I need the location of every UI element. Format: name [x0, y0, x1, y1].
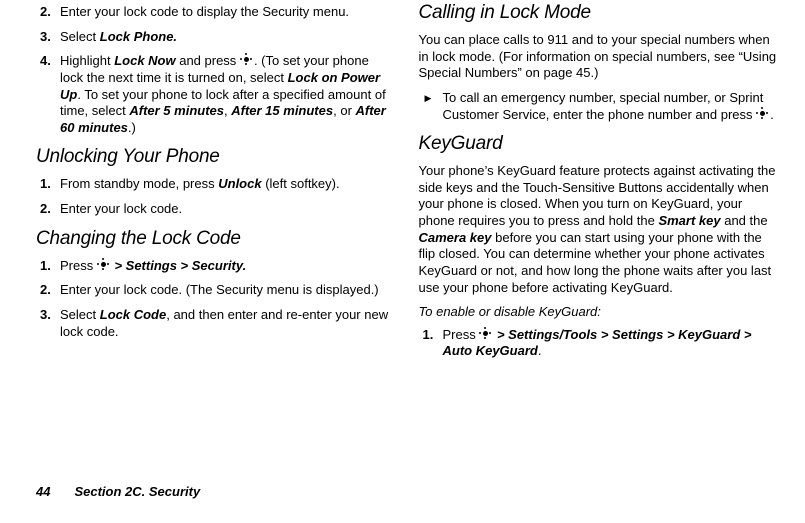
term: After 15 minutes — [231, 103, 333, 118]
term: Lock Code — [100, 307, 166, 322]
term: Lock Now — [114, 53, 175, 68]
term: After 5 minutes — [129, 103, 224, 118]
paragraph: Your phone’s KeyGuard feature protects a… — [419, 163, 778, 296]
nav-key-icon — [98, 259, 110, 271]
subheading: To enable or disable KeyGuard: — [419, 304, 778, 321]
right-column: Calling in Lock Mode You can place calls… — [419, 0, 778, 468]
term: Smart key — [658, 213, 720, 228]
term: Camera key — [419, 230, 492, 245]
nav-key-icon — [480, 328, 492, 340]
list-item: From standby mode, press Unlock (left so… — [36, 176, 395, 193]
list-item: Highlight Lock Now and press . (To set y… — [36, 53, 395, 136]
text: . — [770, 107, 774, 122]
left-column: Enter your lock code to display the Secu… — [36, 0, 395, 468]
paragraph: You can place calls to 911 and to your s… — [419, 32, 778, 82]
list-item: Enter your lock code. — [36, 201, 395, 218]
nav-key-icon — [241, 54, 253, 66]
nav-key-icon — [757, 108, 769, 120]
heading-change-code: Changing the Lock Code — [36, 228, 395, 250]
change-steps: Press > Settings > Security. Enter your … — [36, 258, 395, 341]
text: and the — [721, 213, 768, 228]
call-note: To call an emergency number, special num… — [419, 90, 778, 123]
text: (left softkey). — [262, 176, 340, 191]
list-item: To call an emergency number, special num… — [419, 90, 778, 123]
page-number: 44 — [36, 484, 50, 499]
list-item: Enter your lock code. (The Security menu… — [36, 282, 395, 299]
heading-unlock: Unlocking Your Phone — [36, 146, 395, 168]
page-footer: 44 Section 2C. Security — [36, 468, 777, 499]
text: .) — [128, 120, 136, 135]
lock-steps: Enter your lock code to display the Secu… — [36, 4, 395, 136]
text: Highlight — [60, 53, 114, 68]
list-item: Press > Settings/Tools > Settings > KeyG… — [419, 327, 778, 360]
keyguard-steps: Press > Settings/Tools > Settings > KeyG… — [419, 327, 778, 360]
text: Press — [443, 327, 480, 342]
heading-keyguard: KeyGuard — [419, 133, 778, 155]
list-item: Select Lock Code, and then enter and re-… — [36, 307, 395, 340]
list-item: Select Lock Phone. — [36, 29, 395, 46]
term: Unlock — [218, 176, 261, 191]
menu-path: > Settings > Security. — [111, 258, 246, 273]
text: and press — [176, 53, 240, 68]
unlock-steps: From standby mode, press Unlock (left so… — [36, 176, 395, 217]
list-item: Enter your lock code to display the Secu… — [36, 4, 395, 21]
text: Press — [60, 258, 97, 273]
term: Lock Phone. — [100, 29, 177, 44]
text: , or — [333, 103, 355, 118]
list-item: Press > Settings > Security. — [36, 258, 395, 275]
text: . — [538, 343, 542, 358]
text: Select — [60, 29, 100, 44]
text: From standby mode, press — [60, 176, 218, 191]
text: Select — [60, 307, 100, 322]
heading-calling-lock: Calling in Lock Mode — [419, 2, 778, 24]
section-title: Section 2C. Security — [74, 484, 200, 499]
text: To call an emergency number, special num… — [443, 90, 764, 122]
